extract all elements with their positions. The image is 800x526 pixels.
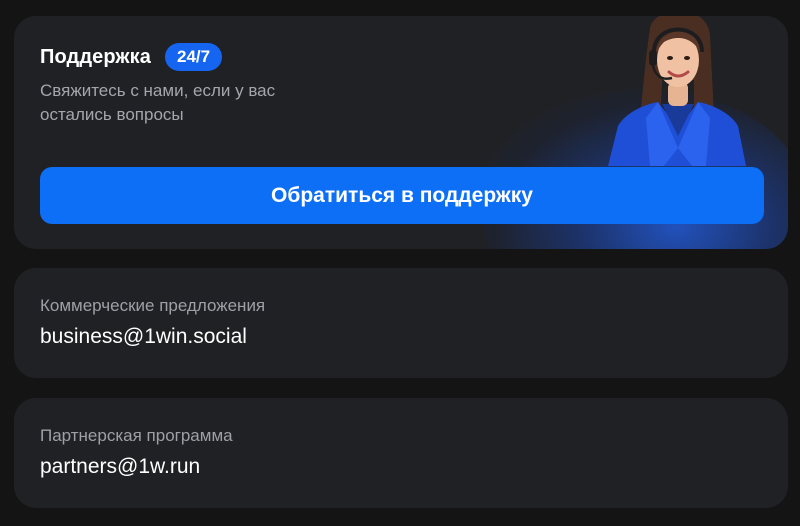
support-title-row: Поддержка 24/7 (40, 43, 223, 71)
support-title: Поддержка (40, 45, 152, 68)
agent-eye-left (667, 56, 673, 60)
partner-program-label: Партнерская программа (40, 426, 233, 445)
contact-support-button[interactable]: Обратиться в поддержку (40, 167, 764, 224)
support-page: Поддержка 24/7 Свяжитесь с нами, если у … (0, 0, 800, 526)
support-agent-illustration (608, 16, 746, 166)
support-subtitle-line-2: остались вопросы (40, 105, 184, 124)
partner-program-card: Партнерская программа partners@1w.run (14, 398, 788, 508)
commercial-offers-card: Коммерческие предложения business@1win.s… (14, 268, 788, 378)
support-subtitle-line-1: Свяжитесь с нами, если у вас (40, 81, 276, 100)
commercial-offers-label: Коммерческие предложения (40, 296, 266, 315)
headset-ear (649, 50, 657, 66)
availability-badge: 24/7 (165, 43, 223, 71)
commercial-offers-email[interactable]: business@1win.social (40, 325, 247, 349)
partner-program-email[interactable]: partners@1w.run (40, 455, 200, 479)
agent-eye-right (684, 56, 690, 60)
support-subtitle: Свяжитесь с нами, если у вас остались во… (40, 79, 340, 127)
support-card: Поддержка 24/7 Свяжитесь с нами, если у … (14, 16, 788, 249)
